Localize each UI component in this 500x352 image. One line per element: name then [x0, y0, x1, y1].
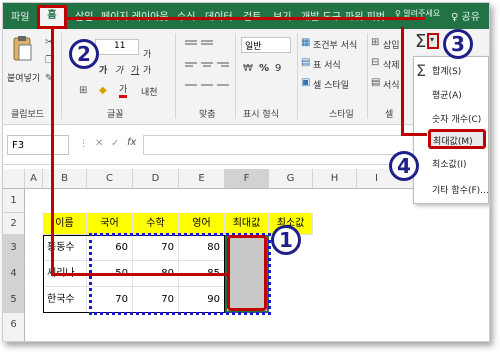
menu-item-average[interactable]: 평균(A) [432, 88, 462, 101]
step-badge-2: 2 [69, 39, 99, 69]
header-cell-english[interactable]: 영어 [179, 213, 225, 235]
border-icon[interactable]: ⊞ [79, 85, 87, 96]
decrease-font-button[interactable]: 가 [143, 63, 151, 76]
phonetic-button[interactable]: 내천 [141, 85, 158, 98]
styles-group-label: 스타일 [329, 110, 354, 120]
alignment-icons[interactable] [183, 35, 231, 99]
header-cell-math[interactable]: 수학 [133, 213, 179, 235]
number-group-label: 표시 형식 [243, 110, 279, 120]
alignment-group-label: 맞춤 [199, 110, 216, 120]
font-group-label: 글꼴 [107, 110, 124, 120]
annotation-line [401, 133, 427, 136]
menu-item-max-label: 최대값(M) [433, 137, 473, 147]
autosum-dropdown-menu: Σ 합계(S) 평균(A) 숫자 개수(C) 최대값(M) 최소값(I) 기타 … [413, 56, 489, 204]
step-badge-1: 1 [271, 225, 301, 255]
clipboard-group-label: 클립보드 [11, 110, 45, 120]
column-header[interactable]: B [43, 169, 87, 189]
column-header[interactable]: C [87, 169, 133, 189]
highlight-box-step-1 [227, 235, 267, 311]
number-format-box[interactable]: 일반 [241, 37, 291, 53]
autosum-dropdown-button[interactable]: ▾ [427, 33, 439, 49]
cell-style-icon[interactable]: ▣ [301, 77, 310, 88]
header-cell-max[interactable]: 최대값 [225, 213, 269, 235]
ribbon-tab-bar: 파일 홈 삽입 페이지 레이아웃 수식 데이터 검토 보기 개발 도구 파워 피… [3, 3, 489, 29]
conditional-format-icon[interactable]: ▦ [301, 37, 310, 48]
name-box[interactable]: F3 [7, 135, 69, 155]
annotation-line [51, 273, 229, 276]
font-size-box[interactable]: 11 [95, 39, 139, 55]
annotation-line [401, 27, 404, 135]
row-header[interactable]: 1 [3, 189, 25, 213]
percent-button[interactable]: % [259, 63, 269, 74]
menu-item-sum[interactable]: 합계(S) [432, 64, 461, 77]
cells-group-label: 셀 [385, 110, 394, 120]
font-size-value: 11 [114, 41, 126, 51]
row-header[interactable]: 6 [3, 313, 25, 341]
table-format-button[interactable]: 표 서식 [313, 58, 341, 71]
bold-button[interactable]: 가 [99, 63, 107, 76]
insert-cells-button[interactable]: 삽입 [383, 38, 400, 51]
chevron-down-icon: ▾ [430, 35, 435, 44]
row-header[interactable]: 2 [3, 213, 25, 235]
italic-button[interactable]: 가 [115, 63, 123, 76]
step-badge-4: 4 [389, 151, 419, 181]
row-header[interactable]: 5 [3, 287, 25, 313]
step-badge-3: 3 [443, 29, 473, 59]
row-header[interactable]: 4 [3, 261, 25, 287]
enter-icon[interactable]: ✓ [111, 138, 119, 149]
column-header[interactable]: D [133, 169, 179, 189]
delete-cells-button[interactable]: 삭제 [383, 58, 400, 71]
paste-icon[interactable] [11, 35, 33, 63]
column-header[interactable]: A [25, 169, 43, 189]
format-cells-button[interactable]: 서식 [383, 78, 400, 91]
increase-font-button[interactable]: 가 [143, 47, 151, 60]
menu-item-more-functions[interactable]: 기타 함수(F)... [432, 183, 489, 196]
annotation-line [51, 27, 54, 275]
more-icon: ⋮ [79, 139, 88, 149]
header-cell-korean[interactable]: 국어 [87, 213, 133, 235]
column-header[interactable]: F [225, 169, 269, 189]
autosum-sigma-button[interactable]: Σ [415, 31, 426, 52]
column-header[interactable]: E [179, 169, 225, 189]
insert-cells-icon[interactable]: ⊞ [371, 37, 379, 48]
comma-button[interactable]: 9 [275, 63, 281, 74]
header-cell-name[interactable]: 이름 [43, 213, 87, 235]
sigma-icon: Σ [416, 61, 427, 80]
name-box-value: F3 [12, 140, 25, 151]
conditional-format-button[interactable]: 조건부 서식 [313, 38, 357, 51]
cancel-icon[interactable]: ✕ [95, 138, 103, 149]
menu-item-count[interactable]: 숫자 개수(C) [432, 112, 481, 125]
menu-item-max[interactable]: 최대값(M) [428, 129, 486, 149]
format-cells-icon[interactable]: ▤ [371, 77, 380, 88]
column-header[interactable]: G [269, 169, 313, 189]
fill-color-icon[interactable]: ◆ [99, 85, 107, 96]
fx-icon[interactable]: fx [127, 137, 136, 148]
cell-style-button[interactable]: 셀 스타일 [313, 78, 349, 91]
highlight-box-step-2 [37, 5, 67, 29]
number-format-value: 일반 [245, 42, 262, 52]
annotation-line [65, 17, 425, 20]
menu-item-min[interactable]: 최소값(I) [432, 157, 467, 170]
table-format-icon[interactable]: ▤ [301, 57, 310, 68]
excel-window: 파일 홈 삽입 페이지 레이아웃 수식 데이터 검토 보기 개발 도구 파워 피… [2, 2, 490, 342]
delete-cells-icon[interactable]: ⊟ [371, 57, 379, 68]
share-button[interactable]: ♀ 공유 [451, 8, 480, 26]
underline-button[interactable]: 가 [131, 63, 139, 76]
column-header[interactable]: H [313, 169, 357, 189]
currency-icon[interactable]: ₩ [243, 63, 253, 74]
paste-button-label[interactable]: 붙여넣기 [7, 71, 40, 84]
font-color-button[interactable]: 가 [119, 85, 128, 98]
row-header[interactable]: 3 [3, 235, 25, 261]
tab-file[interactable]: 파일 [11, 8, 29, 26]
select-all-corner[interactable] [3, 169, 25, 189]
